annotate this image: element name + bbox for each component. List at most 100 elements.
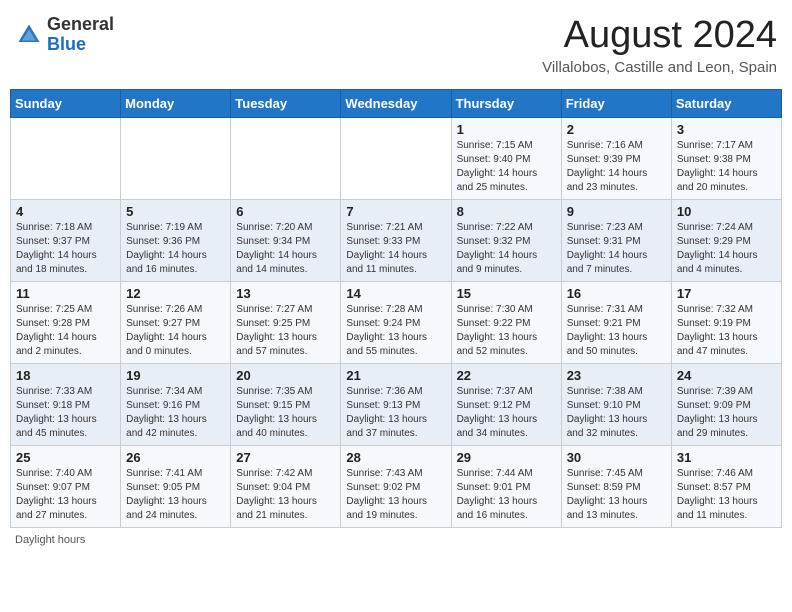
day-info: Sunrise: 7:24 AMSunset: 9:29 PMDaylight:…: [677, 221, 776, 277]
day-info: Sunrise: 7:35 AMSunset: 9:15 PMDaylight:…: [236, 385, 335, 441]
day-number: 27: [236, 450, 335, 465]
day-info: Sunrise: 7:19 AMSunset: 9:36 PMDaylight:…: [126, 221, 225, 277]
calendar-week-row: 4 Sunrise: 7:18 AMSunset: 9:37 PMDaylight…: [11, 199, 782, 281]
logo-blue: Blue: [47, 34, 86, 54]
weekday-header: Friday: [561, 89, 671, 117]
footer-note: Daylight hours: [10, 534, 782, 546]
day-number: 7: [346, 204, 445, 219]
day-number: 19: [126, 368, 225, 383]
calendar-cell: 26 Sunrise: 7:41 AMSunset: 9:05 PMDayligh…: [121, 445, 231, 527]
day-info: Sunrise: 7:26 AMSunset: 9:27 PMDaylight:…: [126, 303, 225, 359]
calendar-table: SundayMondayTuesdayWednesdayThursdayFrid…: [10, 89, 782, 528]
day-number: 26: [126, 450, 225, 465]
day-number: 30: [567, 450, 666, 465]
day-info: Sunrise: 7:27 AMSunset: 9:25 PMDaylight:…: [236, 303, 335, 359]
day-info: Sunrise: 7:46 AMSunset: 8:57 PMDaylight:…: [677, 467, 776, 523]
logo-icon: [15, 21, 43, 49]
calendar-cell: 2Sunrise: 7:16 AMSunset: 9:39 PMDaylight…: [561, 117, 671, 199]
calendar-cell: 17 Sunrise: 7:32 AMSunset: 9:19 PMDayligh…: [671, 281, 781, 363]
day-number: 20: [236, 368, 335, 383]
day-number: 13: [236, 286, 335, 301]
day-info: Sunrise: 7:43 AMSunset: 9:02 PMDaylight:…: [346, 467, 445, 523]
day-number: 9: [567, 204, 666, 219]
calendar-cell: 10 Sunrise: 7:24 AMSunset: 9:29 PMDayligh…: [671, 199, 781, 281]
day-number: 6: [236, 204, 335, 219]
calendar-cell: 16Sunrise: 7:31 AMSunset: 9:21 PMDayligh…: [561, 281, 671, 363]
daylight-label: Daylight hours: [15, 534, 85, 546]
calendar-week-row: 11 Sunrise: 7:25 AMSunset: 9:28 PMDayligh…: [11, 281, 782, 363]
calendar-week-row: 1 Sunrise: 7:15 AMSunset: 9:40 PMDaylight…: [11, 117, 782, 199]
calendar-cell: 11 Sunrise: 7:25 AMSunset: 9:28 PMDayligh…: [11, 281, 121, 363]
day-number: 17: [677, 286, 776, 301]
day-info: Sunrise: 7:32 AMSunset: 9:19 PMDaylight:…: [677, 303, 776, 359]
day-number: 23: [567, 368, 666, 383]
calendar-week-row: 18Sunrise: 7:33 AMSunset: 9:18 PMDayligh…: [11, 363, 782, 445]
calendar-cell: 7 Sunrise: 7:21 AMSunset: 9:33 PMDaylight…: [341, 199, 451, 281]
day-number: 31: [677, 450, 776, 465]
calendar-cell: 24 Sunrise: 7:39 AMSunset: 9:09 PMDayligh…: [671, 363, 781, 445]
calendar-cell: 23Sunrise: 7:38 AMSunset: 9:10 PMDayligh…: [561, 363, 671, 445]
calendar-cell: 5 Sunrise: 7:19 AMSunset: 9:36 PMDaylight…: [121, 199, 231, 281]
day-info: Sunrise: 7:17 AMSunset: 9:38 PMDaylight:…: [677, 139, 776, 195]
calendar-cell: [11, 117, 121, 199]
calendar-cell: 15Sunrise: 7:30 AMSunset: 9:22 PMDayligh…: [451, 281, 561, 363]
calendar-week-row: 25 Sunrise: 7:40 AMSunset: 9:07 PMDayligh…: [11, 445, 782, 527]
month-title: August 2024: [542, 15, 777, 57]
logo-text: General Blue: [47, 15, 114, 55]
calendar-cell: 31 Sunrise: 7:46 AMSunset: 8:57 PMDayligh…: [671, 445, 781, 527]
day-number: 1: [457, 122, 556, 137]
calendar-cell: 3Sunrise: 7:17 AMSunset: 9:38 PMDaylight…: [671, 117, 781, 199]
calendar-cell: 19Sunrise: 7:34 AMSunset: 9:16 PMDayligh…: [121, 363, 231, 445]
location-subtitle: Villalobos, Castille and Leon, Spain: [542, 59, 777, 76]
calendar-cell: 21 Sunrise: 7:36 AMSunset: 9:13 PMDayligh…: [341, 363, 451, 445]
weekday-header: Thursday: [451, 89, 561, 117]
day-info: Sunrise: 7:40 AMSunset: 9:07 PMDaylight:…: [16, 467, 115, 523]
weekday-header: Tuesday: [231, 89, 341, 117]
day-info: Sunrise: 7:28 AMSunset: 9:24 PMDaylight:…: [346, 303, 445, 359]
weekday-header: Monday: [121, 89, 231, 117]
day-number: 11: [16, 286, 115, 301]
calendar-cell: 1 Sunrise: 7:15 AMSunset: 9:40 PMDaylight…: [451, 117, 561, 199]
day-number: 28: [346, 450, 445, 465]
day-info: Sunrise: 7:41 AMSunset: 9:05 PMDaylight:…: [126, 467, 225, 523]
day-number: 12: [126, 286, 225, 301]
day-info: Sunrise: 7:30 AMSunset: 9:22 PMDaylight:…: [457, 303, 556, 359]
day-number: 21: [346, 368, 445, 383]
day-info: Sunrise: 7:15 AMSunset: 9:40 PMDaylight:…: [457, 139, 556, 195]
calendar-cell: 4 Sunrise: 7:18 AMSunset: 9:37 PMDaylight…: [11, 199, 121, 281]
calendar-cell: [231, 117, 341, 199]
day-info: Sunrise: 7:36 AMSunset: 9:13 PMDaylight:…: [346, 385, 445, 441]
calendar-cell: 30Sunrise: 7:45 AMSunset: 8:59 PMDayligh…: [561, 445, 671, 527]
calendar-cell: 25 Sunrise: 7:40 AMSunset: 9:07 PMDayligh…: [11, 445, 121, 527]
day-number: 4: [16, 204, 115, 219]
day-number: 14: [346, 286, 445, 301]
day-number: 29: [457, 450, 556, 465]
calendar-cell: 14 Sunrise: 7:28 AMSunset: 9:24 PMDayligh…: [341, 281, 451, 363]
day-info: Sunrise: 7:42 AMSunset: 9:04 PMDaylight:…: [236, 467, 335, 523]
day-info: Sunrise: 7:21 AMSunset: 9:33 PMDaylight:…: [346, 221, 445, 277]
calendar-cell: 8Sunrise: 7:22 AMSunset: 9:32 PMDaylight…: [451, 199, 561, 281]
day-number: 18: [16, 368, 115, 383]
calendar-cell: 28 Sunrise: 7:43 AMSunset: 9:02 PMDayligh…: [341, 445, 451, 527]
day-number: 10: [677, 204, 776, 219]
calendar-cell: 18Sunrise: 7:33 AMSunset: 9:18 PMDayligh…: [11, 363, 121, 445]
day-info: Sunrise: 7:39 AMSunset: 9:09 PMDaylight:…: [677, 385, 776, 441]
day-number: 5: [126, 204, 225, 219]
calendar-cell: 12 Sunrise: 7:26 AMSunset: 9:27 PMDayligh…: [121, 281, 231, 363]
calendar-cell: 22Sunrise: 7:37 AMSunset: 9:12 PMDayligh…: [451, 363, 561, 445]
calendar-cell: 13 Sunrise: 7:27 AMSunset: 9:25 PMDayligh…: [231, 281, 341, 363]
day-info: Sunrise: 7:25 AMSunset: 9:28 PMDaylight:…: [16, 303, 115, 359]
weekday-header: Saturday: [671, 89, 781, 117]
logo-general: General: [47, 14, 114, 34]
calendar-cell: 6Sunrise: 7:20 AMSunset: 9:34 PMDaylight…: [231, 199, 341, 281]
day-info: Sunrise: 7:31 AMSunset: 9:21 PMDaylight:…: [567, 303, 666, 359]
day-number: 8: [457, 204, 556, 219]
calendar-cell: 29Sunrise: 7:44 AMSunset: 9:01 PMDayligh…: [451, 445, 561, 527]
day-number: 25: [16, 450, 115, 465]
weekday-header: Sunday: [11, 89, 121, 117]
day-info: Sunrise: 7:18 AMSunset: 9:37 PMDaylight:…: [16, 221, 115, 277]
calendar-cell: [341, 117, 451, 199]
header: General Blue August 2024 Villalobos, Cas…: [10, 10, 782, 81]
calendar-cell: 9Sunrise: 7:23 AMSunset: 9:31 PMDaylight…: [561, 199, 671, 281]
day-number: 24: [677, 368, 776, 383]
